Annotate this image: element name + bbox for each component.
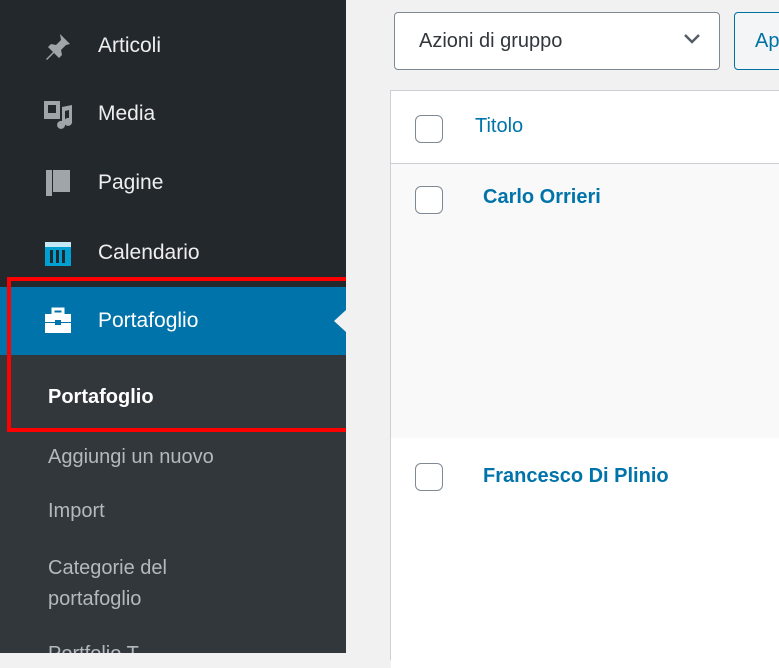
chevron-down-icon <box>683 32 701 51</box>
sidebar-item-label: Portafoglio <box>98 309 199 332</box>
column-header-titolo[interactable]: Titolo <box>475 115 523 138</box>
row-checkbox[interactable] <box>415 463 443 491</box>
table-header: Titolo <box>391 91 779 164</box>
main-content: Azioni di gruppo Ap Titolo Carlo Orrieri… <box>346 0 779 668</box>
submenu-item-portfolio-tags[interactable]: Portfolio T... <box>48 639 153 653</box>
sidebar-item-label: Pagine <box>98 171 164 194</box>
posts-table: Titolo Carlo Orrieri Francesco Di Plinio <box>390 90 779 668</box>
briefcase-icon <box>41 304 75 338</box>
admin-sidebar: Articoli Media Pagine Calendario Portafo… <box>0 0 346 653</box>
sidebar-item-label: Articoli <box>98 34 162 57</box>
media-icon <box>41 97 75 131</box>
pin-icon <box>41 29 75 63</box>
sidebar-item-media[interactable]: Media <box>0 80 346 148</box>
table-row: Francesco Di Plinio <box>391 438 779 668</box>
submenu-item-aggiungi[interactable]: Aggiungi un nuovo <box>48 442 214 473</box>
sidebar-item-label: Media <box>98 102 156 125</box>
sidebar-item-calendario[interactable]: Calendario <box>0 219 346 287</box>
sidebar-item-portafoglio[interactable]: Portafoglio <box>0 287 346 355</box>
row-title-link[interactable]: Carlo Orrieri <box>483 186 601 209</box>
table-row: Carlo Orrieri <box>391 164 779 438</box>
apply-button[interactable]: Ap <box>734 12 779 70</box>
sidebar-item-label: Calendario <box>98 241 200 264</box>
submenu-item-portafoglio[interactable]: Portafoglio <box>48 382 154 413</box>
portafoglio-submenu: Portafoglio Aggiungi un nuovo Import Cat… <box>0 355 346 653</box>
submenu-item-categorie[interactable]: Categorie del portafoglio <box>48 553 248 615</box>
pages-icon <box>41 166 75 200</box>
row-title-link[interactable]: Francesco Di Plinio <box>483 465 669 488</box>
active-indicator <box>334 310 346 332</box>
bulk-actions-label: Azioni di gruppo <box>419 29 563 52</box>
row-checkbox[interactable] <box>415 186 443 214</box>
calendar-icon <box>41 236 75 270</box>
bulk-actions-select[interactable]: Azioni di gruppo <box>394 12 720 70</box>
sidebar-item-pagine[interactable]: Pagine <box>0 149 346 217</box>
submenu-item-import[interactable]: Import <box>48 496 105 527</box>
select-all-checkbox[interactable] <box>415 115 443 143</box>
sidebar-item-articoli[interactable]: Articoli <box>0 12 346 80</box>
